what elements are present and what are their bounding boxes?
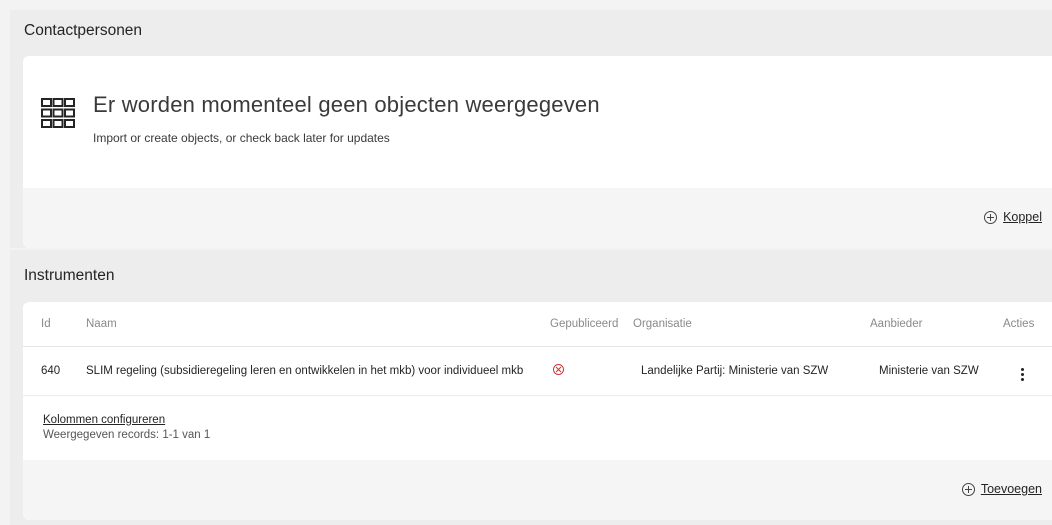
contacts-card: Er worden momenteel geen objecten weerge… — [23, 56, 1052, 248]
empty-state-title: Er worden momenteel geen objecten weerge… — [93, 92, 600, 117]
column-header-id[interactable]: Id — [23, 302, 86, 347]
cell-id: 640 — [23, 346, 86, 396]
contacts-card-footer: Koppel — [23, 188, 1052, 248]
contacts-section-title: Contactpersonen — [24, 22, 143, 39]
toevoegen-label: Toevoegen — [980, 482, 1042, 496]
add-circle-icon — [961, 482, 975, 496]
cell-gepubliceerd — [550, 346, 633, 396]
instruments-card: Id Naam Gepubliceerd Organisatie Aanbied… — [23, 302, 1052, 520]
cell-organisatie: Landelijke Partij: Ministerie van SZW — [633, 346, 870, 396]
column-header-aanbieder[interactable]: Aanbieder — [870, 302, 1003, 347]
koppel-label: Koppel — [1003, 210, 1042, 224]
table-row[interactable]: 640 SLIM regeling (subsidieregeling lere… — [23, 346, 1052, 396]
column-header-acties: Acties — [1003, 302, 1052, 347]
column-header-organisatie[interactable]: Organisatie — [633, 302, 870, 347]
table-header-row: Id Naam Gepubliceerd Organisatie Aanbied… — [23, 302, 1052, 347]
table-meta: Kolommen configureren Weergegeven record… — [43, 414, 210, 441]
instruments-section-title: Instrumenten — [24, 267, 115, 284]
grid-icon — [41, 98, 75, 133]
contacts-section: Contactpersonen Er worden momenteel geen… — [10, 10, 1052, 248]
instruments-card-footer: Toevoegen — [23, 460, 1052, 520]
cell-naam: SLIM regeling (subsidieregeling leren en… — [86, 346, 550, 396]
instruments-table: Id Naam Gepubliceerd Organisatie Aanbied… — [23, 302, 1052, 396]
cell-aanbieder: Ministerie van SZW — [870, 346, 1003, 396]
column-header-naam[interactable]: Naam — [86, 302, 550, 347]
add-circle-icon — [984, 210, 998, 224]
koppel-button[interactable]: Koppel — [984, 210, 1042, 224]
configure-columns-link[interactable]: Kolommen configureren — [43, 414, 165, 426]
empty-state-subtitle: Import or create objects, or check back … — [93, 131, 390, 145]
more-vertical-icon[interactable] — [1021, 367, 1024, 381]
cell-acties — [1003, 346, 1052, 396]
column-header-gepubliceerd[interactable]: Gepubliceerd — [550, 302, 633, 347]
dismiss-circle-icon — [553, 364, 564, 375]
instruments-section: Instrumenten Id Naam Gepubliceerd Organi… — [10, 250, 1052, 525]
toevoegen-button[interactable]: Toevoegen — [961, 482, 1042, 496]
records-count: Weergegeven records: 1-1 van 1 — [43, 429, 211, 441]
